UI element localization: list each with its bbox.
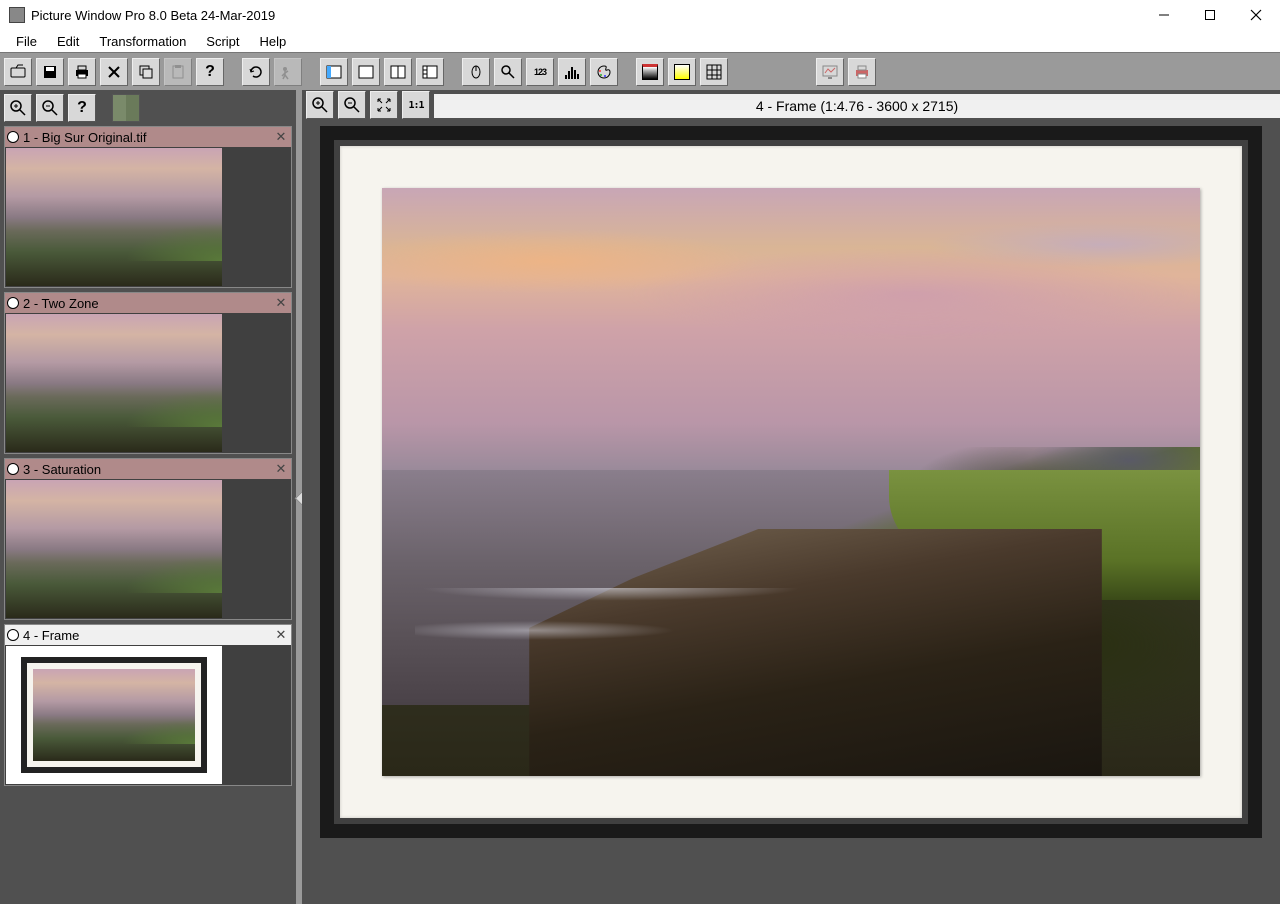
window-controls — [1141, 0, 1279, 30]
thumbnail-list: 1 - Big Sur Original.tif ✕ 2 - Two Zone … — [4, 126, 292, 786]
canvas-area[interactable] — [302, 120, 1280, 904]
open-button[interactable] — [4, 58, 32, 86]
layout-blank-button[interactable] — [352, 58, 380, 86]
layout-left-button[interactable] — [320, 58, 348, 86]
sidebar-zoom-out-button[interactable] — [36, 94, 64, 122]
thumbnail-label: 2 - Two Zone — [23, 296, 269, 311]
sidebar-toolbar: ? — [4, 94, 292, 122]
copy-button[interactable] — [132, 58, 160, 86]
close-icon[interactable]: ✕ — [273, 627, 289, 643]
mouse-tool-button[interactable] — [462, 58, 490, 86]
frame-bevel — [334, 140, 1248, 824]
readout-button[interactable]: 123 — [526, 58, 554, 86]
paste-button[interactable] — [164, 58, 192, 86]
gradient-color-button[interactable] — [668, 58, 696, 86]
main-zoom-out-button[interactable] — [338, 91, 366, 119]
close-icon[interactable]: ✕ — [273, 295, 289, 311]
main-toolbar: ? 123 — [0, 52, 1280, 90]
refresh-button[interactable] — [242, 58, 270, 86]
app-icon — [9, 7, 25, 23]
palette-button[interactable] — [590, 58, 618, 86]
maximize-button[interactable] — [1187, 0, 1233, 30]
titlebar: Picture Window Pro 8.0 Beta 24-Mar-2019 — [0, 0, 1280, 30]
main-ratio-button[interactable]: 1:1 — [402, 91, 430, 119]
monitor-settings-button[interactable] — [816, 58, 844, 86]
sidebar-color-swatch[interactable] — [112, 94, 140, 122]
image-title: 4 - Frame (1:4.76 - 3600 x 2715) — [434, 94, 1280, 118]
frame-mat — [340, 146, 1242, 818]
thumbnail-item[interactable]: 1 - Big Sur Original.tif ✕ — [4, 126, 292, 288]
thumbnail-item[interactable]: 4 - Frame ✕ — [4, 624, 292, 786]
main-tools-row: 1:1 4 - Frame (1:4.76 - 3600 x 2715) — [302, 90, 1280, 120]
save-button[interactable] — [36, 58, 64, 86]
menubar: File Edit Transformation Script Help — [0, 30, 1280, 52]
layout-list-button[interactable] — [416, 58, 444, 86]
thumbnail-label: 4 - Frame — [23, 628, 269, 643]
menu-help[interactable]: Help — [250, 32, 297, 51]
close-icon[interactable]: ✕ — [273, 129, 289, 145]
main-zoom-in-button[interactable] — [306, 91, 334, 119]
menu-file[interactable]: File — [6, 32, 47, 51]
menu-transformation[interactable]: Transformation — [89, 32, 196, 51]
close-button[interactable] — [1233, 0, 1279, 30]
gradient-gray-button[interactable] — [636, 58, 664, 86]
framed-photo — [382, 188, 1200, 776]
grid-button[interactable] — [700, 58, 728, 86]
main-fit-button[interactable] — [370, 91, 398, 119]
window-title: Picture Window Pro 8.0 Beta 24-Mar-2019 — [31, 8, 1141, 23]
thumbnail-image[interactable] — [6, 148, 222, 286]
thumbnail-header: 4 - Frame ✕ — [5, 625, 291, 645]
menu-edit[interactable]: Edit — [47, 32, 89, 51]
workspace: ? 1 - Big Sur Original.tif ✕ 2 - Two Zon… — [0, 90, 1280, 904]
main-panel: 1:1 4 - Frame (1:4.76 - 3600 x 2715) 24 — [302, 90, 1280, 904]
radio-icon[interactable] — [7, 131, 19, 143]
radio-icon[interactable] — [7, 463, 19, 475]
delete-button[interactable] — [100, 58, 128, 86]
thumbnail-header: 2 - Two Zone ✕ — [5, 293, 291, 313]
sidebar: ? 1 - Big Sur Original.tif ✕ 2 - Two Zon… — [0, 90, 296, 904]
thumbnail-label: 1 - Big Sur Original.tif — [23, 130, 269, 145]
main-toolbar: 1:1 — [302, 90, 434, 121]
thumbnail-item[interactable]: 2 - Two Zone ✕ — [4, 292, 292, 454]
thumbnail-image[interactable] — [6, 646, 222, 784]
zoom-tool-button[interactable] — [494, 58, 522, 86]
help-button[interactable]: ? — [196, 58, 224, 86]
layout-split-button[interactable] — [384, 58, 412, 86]
sidebar-help-button[interactable]: ? — [68, 94, 96, 122]
thumbnail-label: 3 - Saturation — [23, 462, 269, 477]
thumbnail-image[interactable] — [6, 314, 222, 452]
frame-outer — [320, 126, 1262, 838]
radio-icon[interactable] — [7, 629, 19, 641]
radio-icon[interactable] — [7, 297, 19, 309]
printer-settings-button[interactable] — [848, 58, 876, 86]
thumbnail-header: 3 - Saturation ✕ — [5, 459, 291, 479]
close-icon[interactable]: ✕ — [273, 461, 289, 477]
minimize-button[interactable] — [1141, 0, 1187, 30]
menu-script[interactable]: Script — [196, 32, 249, 51]
thumbnail-header: 1 - Big Sur Original.tif ✕ — [5, 127, 291, 147]
sidebar-zoom-in-button[interactable] — [4, 94, 32, 122]
print-button[interactable] — [68, 58, 96, 86]
thumbnail-image[interactable] — [6, 480, 222, 618]
thumbnail-item[interactable]: 3 - Saturation ✕ — [4, 458, 292, 620]
run-button[interactable] — [274, 58, 302, 86]
histogram-button[interactable] — [558, 58, 586, 86]
